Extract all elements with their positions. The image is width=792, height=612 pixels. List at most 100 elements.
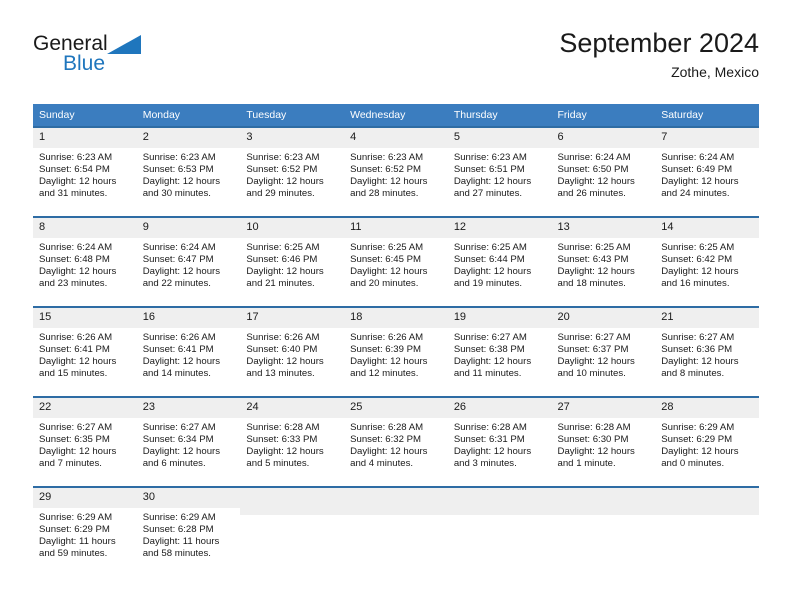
calendar-day-cell[interactable]: 14 Sunrise: 6:25 AM Sunset: 6:42 PM Dayl… [655,216,759,306]
sunrise-text: Sunrise: 6:25 AM [453,242,527,253]
calendar-day-cell[interactable]: 4 Sunrise: 6:23 AM Sunset: 6:52 PM Dayli… [344,126,448,216]
calendar-day-cell[interactable]: 6 Sunrise: 6:24 AM Sunset: 6:50 PM Dayli… [551,126,656,216]
calendar-day-cell[interactable]: 30 Sunrise: 6:29 AM Sunset: 6:28 PM Dayl… [136,486,241,576]
day-details: Sunrise: 6:28 AM Sunset: 6:32 PM Dayligh… [344,418,448,470]
day-number: 23 [136,398,241,418]
calendar-day-cell[interactable]: 2 Sunrise: 6:23 AM Sunset: 6:53 PM Dayli… [136,126,241,216]
day-number: 17 [240,308,345,328]
day-details: Sunrise: 6:28 AM Sunset: 6:33 PM Dayligh… [240,418,344,470]
day-details: Sunrise: 6:27 AM Sunset: 6:35 PM Dayligh… [33,418,137,470]
day-number: 2 [136,128,241,148]
calendar-table: Sunday Monday Tuesday Wednesday Thursday… [33,104,759,576]
calendar-day-cell[interactable]: 27 Sunrise: 6:28 AM Sunset: 6:30 PM Dayl… [551,396,656,486]
sunset-text: Sunset: 6:51 PM [453,164,525,176]
calendar-day-cell[interactable]: 15 Sunrise: 6:26 AM Sunset: 6:41 PM Dayl… [33,306,137,396]
calendar-day-cell[interactable]: 26 Sunrise: 6:28 AM Sunset: 6:31 PM Dayl… [447,396,552,486]
daylight-text-line1: Daylight: 12 hours [453,356,532,368]
calendar-day-cell[interactable]: 3 Sunrise: 6:23 AM Sunset: 6:52 PM Dayli… [240,126,345,216]
day-number: 19 [447,308,552,328]
brand-logo[interactable]: General Blue [33,32,253,88]
calendar-body: 1 Sunrise: 6:23 AM Sunset: 6:54 PM Dayli… [33,126,759,576]
calendar-week-row: 8 Sunrise: 6:24 AM Sunset: 6:48 PM Dayli… [33,216,759,306]
calendar-day-cell[interactable]: 24 Sunrise: 6:28 AM Sunset: 6:33 PM Dayl… [240,396,345,486]
daylight-text-line2: and 4 minutes. [350,458,414,470]
sunset-text: Sunset: 6:34 PM [142,434,214,446]
calendar-day-cell[interactable]: 18 Sunrise: 6:26 AM Sunset: 6:39 PM Dayl… [344,306,448,396]
calendar-week-row: 1 Sunrise: 6:23 AM Sunset: 6:54 PM Dayli… [33,126,759,216]
sunrise-text: Sunrise: 6:29 AM [142,512,216,523]
day-number: 4 [344,128,448,148]
calendar-day-cell[interactable]: 12 Sunrise: 6:25 AM Sunset: 6:44 PM Dayl… [447,216,552,306]
sunrise-text: Sunrise: 6:29 AM [39,512,113,523]
daylight-text-line2: and 13 minutes. [246,368,315,380]
day-details: Sunrise: 6:23 AM Sunset: 6:54 PM Dayligh… [33,148,137,200]
calendar-day-cell[interactable]: 20 Sunrise: 6:27 AM Sunset: 6:37 PM Dayl… [551,306,656,396]
calendar-day-cell[interactable]: 23 Sunrise: 6:27 AM Sunset: 6:34 PM Dayl… [136,396,241,486]
day-details: Sunrise: 6:24 AM Sunset: 6:49 PM Dayligh… [655,148,759,200]
daylight-text-line1: Daylight: 12 hours [142,356,221,368]
daylight-text-line1: Daylight: 12 hours [661,446,739,458]
calendar-day-cell[interactable]: 22 Sunrise: 6:27 AM Sunset: 6:35 PM Dayl… [33,396,137,486]
day-number: 21 [655,308,759,328]
sunrise-text: Sunrise: 6:26 AM [246,332,320,343]
calendar-day-cell[interactable]: 8 Sunrise: 6:24 AM Sunset: 6:48 PM Dayli… [33,216,137,306]
calendar-day-cell[interactable]: 29 Sunrise: 6:29 AM Sunset: 6:29 PM Dayl… [33,486,137,576]
daylight-text-line2: and 15 minutes. [39,368,108,380]
day-details: Sunrise: 6:23 AM Sunset: 6:51 PM Dayligh… [448,148,552,200]
calendar-header-row: Sunday Monday Tuesday Wednesday Thursday… [33,104,759,126]
daylight-text-line1: Daylight: 11 hours [142,536,220,548]
calendar-day-cell[interactable]: 17 Sunrise: 6:26 AM Sunset: 6:40 PM Dayl… [240,306,345,396]
calendar-day-cell[interactable]: 9 Sunrise: 6:24 AM Sunset: 6:47 PM Dayli… [136,216,241,306]
daylight-text-line1: Daylight: 12 hours [350,176,428,188]
sunset-text: Sunset: 6:29 PM [39,524,110,536]
daylight-text-line1: Daylight: 12 hours [350,446,428,458]
day-details: Sunrise: 6:26 AM Sunset: 6:39 PM Dayligh… [344,328,448,380]
calendar-day-cell[interactable]: 19 Sunrise: 6:27 AM Sunset: 6:38 PM Dayl… [447,306,552,396]
sunset-text: Sunset: 6:31 PM [453,434,525,446]
sunset-text: Sunset: 6:52 PM [350,164,422,176]
calendar-day-cell[interactable]: 10 Sunrise: 6:25 AM Sunset: 6:46 PM Dayl… [240,216,345,306]
daylight-text-line2: and 59 minutes. [39,548,108,560]
calendar-day-cell[interactable]: 11 Sunrise: 6:25 AM Sunset: 6:45 PM Dayl… [344,216,448,306]
daylight-text-line2: and 31 minutes. [39,188,108,200]
sunset-text: Sunset: 6:32 PM [350,434,422,446]
daylight-text-line2: and 10 minutes. [557,368,626,380]
calendar-day-cell[interactable]: 28 Sunrise: 6:29 AM Sunset: 6:29 PM Dayl… [655,396,759,486]
calendar-week-row: 29 Sunrise: 6:29 AM Sunset: 6:29 PM Dayl… [33,486,759,576]
weekday-header-sunday: Sunday [33,104,137,126]
sunrise-text: Sunrise: 6:23 AM [39,152,113,163]
day-details: Sunrise: 6:29 AM Sunset: 6:28 PM Dayligh… [137,508,241,560]
day-number: 10 [240,218,345,238]
sunrise-text: Sunrise: 6:25 AM [246,242,320,253]
day-details: Sunrise: 6:25 AM Sunset: 6:44 PM Dayligh… [448,238,552,290]
day-number: 28 [655,398,759,418]
calendar-day-cell[interactable]: 7 Sunrise: 6:24 AM Sunset: 6:49 PM Dayli… [655,126,759,216]
daylight-text-line1: Daylight: 12 hours [142,266,221,278]
calendar-day-cell[interactable]: 5 Sunrise: 6:23 AM Sunset: 6:51 PM Dayli… [447,126,552,216]
calendar-week-row: 22 Sunrise: 6:27 AM Sunset: 6:35 PM Dayl… [33,396,759,486]
daylight-text-line2: and 8 minutes. [661,368,725,380]
day-number: 16 [136,308,241,328]
day-number: 11 [344,218,448,238]
day-details: Sunrise: 6:28 AM Sunset: 6:31 PM Dayligh… [448,418,552,470]
calendar-day-cell[interactable]: 16 Sunrise: 6:26 AM Sunset: 6:41 PM Dayl… [136,306,241,396]
calendar-day-cell[interactable]: 25 Sunrise: 6:28 AM Sunset: 6:32 PM Dayl… [344,396,448,486]
calendar-day-cell[interactable]: 13 Sunrise: 6:25 AM Sunset: 6:43 PM Dayl… [551,216,656,306]
daylight-text-line1: Daylight: 12 hours [661,266,739,278]
sunrise-text: Sunrise: 6:23 AM [142,152,216,163]
day-details: Sunrise: 6:26 AM Sunset: 6:41 PM Dayligh… [137,328,241,380]
sunset-text: Sunset: 6:45 PM [350,254,422,266]
sunset-text: Sunset: 6:39 PM [350,344,422,356]
calendar-day-cell[interactable]: 21 Sunrise: 6:27 AM Sunset: 6:36 PM Dayl… [655,306,759,396]
day-details: Sunrise: 6:23 AM Sunset: 6:52 PM Dayligh… [240,148,344,200]
daylight-text-line1: Daylight: 12 hours [661,356,739,368]
calendar-day-cell[interactable]: 1 Sunrise: 6:23 AM Sunset: 6:54 PM Dayli… [33,126,137,216]
daylight-text-line1: Daylight: 12 hours [142,446,221,458]
sunset-text: Sunset: 6:40 PM [246,344,318,356]
sunset-text: Sunset: 6:47 PM [142,254,214,266]
daylight-text-line1: Daylight: 12 hours [246,266,324,278]
sunset-text: Sunset: 6:36 PM [661,344,733,356]
daylight-text-line2: and 28 minutes. [350,188,419,200]
weekday-header-wednesday: Wednesday [344,104,448,126]
sunrise-text: Sunrise: 6:23 AM [453,152,527,163]
